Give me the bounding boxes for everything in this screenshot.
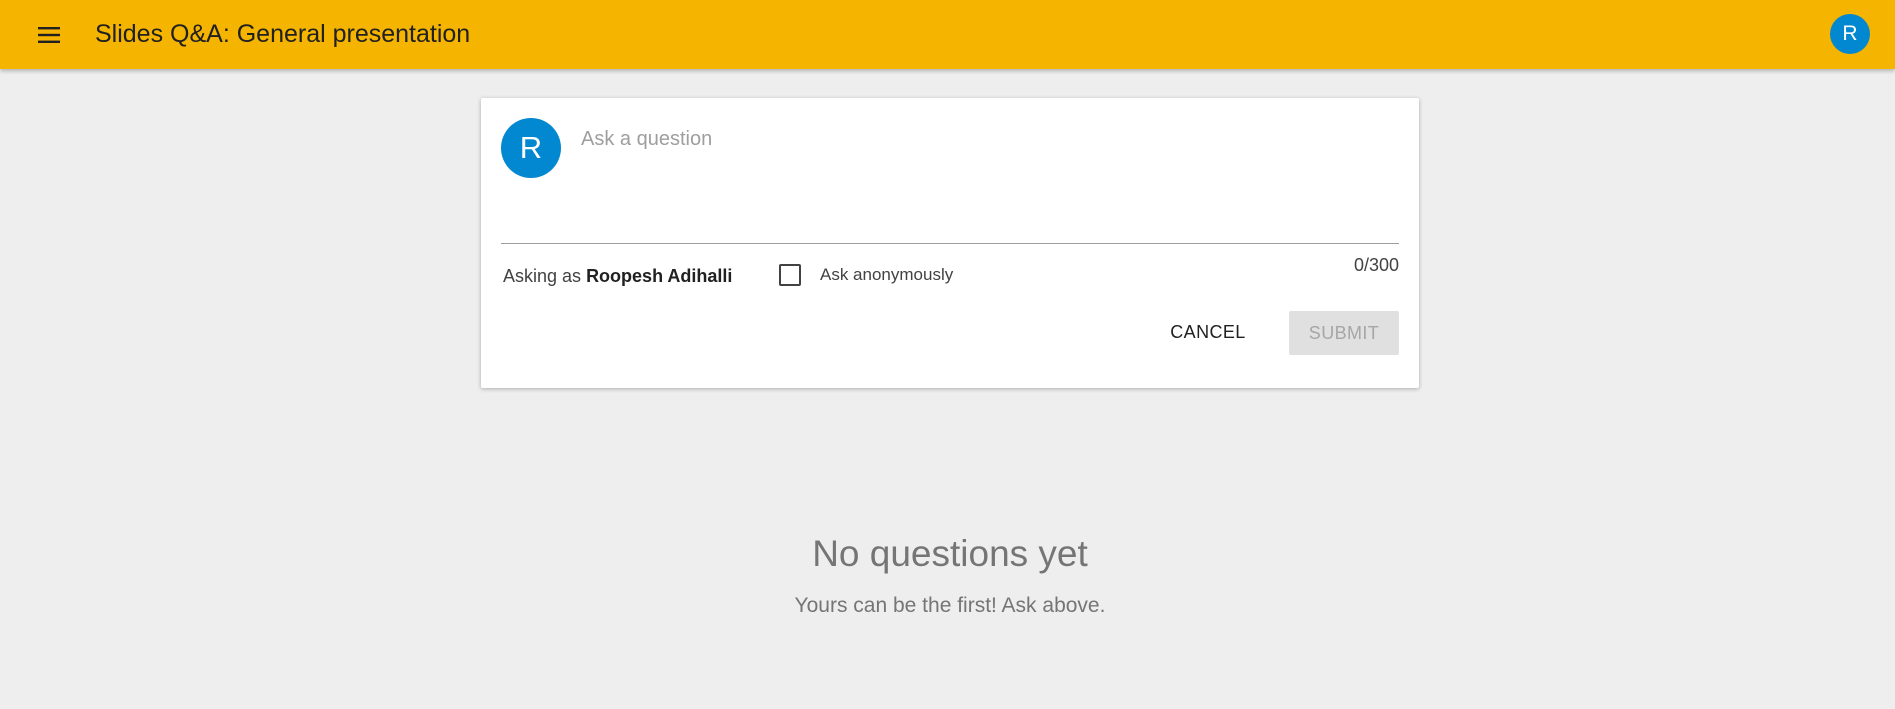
input-underline	[501, 243, 1399, 244]
ask-anonymously-toggle[interactable]: Ask anonymously	[779, 264, 953, 286]
ask-anonymously-label[interactable]: Ask anonymously	[820, 265, 953, 285]
hamburger-menu-icon[interactable]	[31, 17, 67, 53]
asking-as-user-name: Roopesh Adihalli	[586, 266, 733, 286]
question-input[interactable]	[581, 126, 1399, 216]
character-counter: 0/300	[1353, 255, 1399, 275]
empty-state-title: No questions yet	[812, 533, 1088, 574]
asking-as-label: Asking as Roopesh Adihalli	[503, 266, 732, 287]
app-header: Slides Q&A: General presentation R	[0, 0, 1895, 69]
ask-anonymously-checkbox[interactable]	[779, 264, 801, 286]
user-avatar: R	[501, 118, 561, 178]
asking-as-prefix: Asking as	[503, 266, 582, 286]
cancel-button[interactable]: CANCEL	[1165, 310, 1251, 354]
empty-state-subtitle: Yours can be the first! Ask above.	[794, 594, 1106, 617]
page-title: Slides Q&A: General presentation	[95, 20, 471, 48]
account-avatar[interactable]: R	[1830, 14, 1870, 54]
submit-button[interactable]: SUBMIT	[1289, 311, 1399, 355]
ask-question-card: R 0/300 Asking as Roopesh Adihalli Ask a…	[481, 98, 1419, 388]
